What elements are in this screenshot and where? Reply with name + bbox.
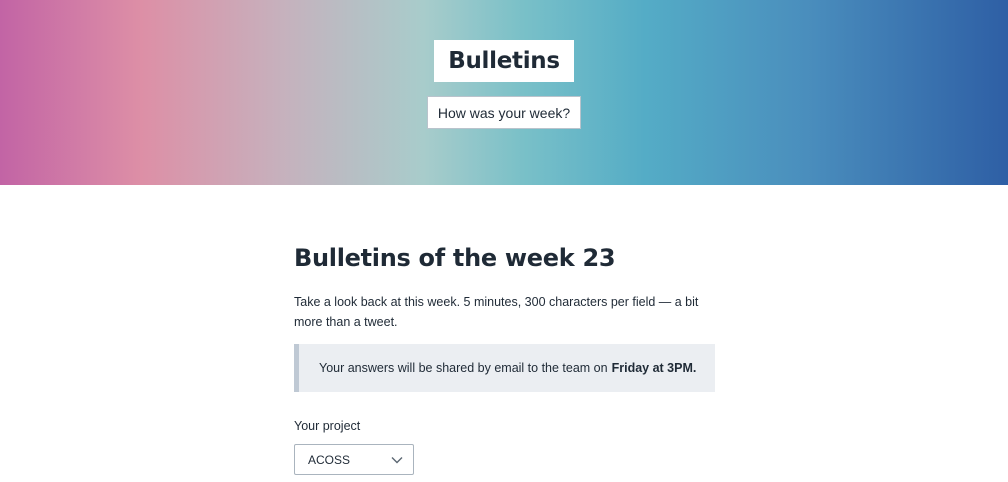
chevron-down-icon xyxy=(391,456,403,464)
intro-text: Take a look back at this week. 5 minutes… xyxy=(294,295,699,329)
notice-emphasis: Friday at 3PM. xyxy=(611,361,697,375)
project-select[interactable]: ACOSS xyxy=(294,444,414,475)
hero-banner: Bulletins How was your week? xyxy=(0,0,1008,185)
project-field-label: Your project xyxy=(294,419,361,433)
main-content: Bulletins of the week 23 Take a look bac… xyxy=(294,240,715,475)
project-select-value: ACOSS xyxy=(308,452,351,467)
page-title: Bulletins of the week 23 xyxy=(294,244,616,272)
info-notice: Your answers will be shared by email to … xyxy=(294,344,715,392)
site-title: Bulletins xyxy=(434,40,574,82)
how-was-your-week-button[interactable]: How was your week? xyxy=(427,96,581,129)
notice-text: Your answers will be shared by email to … xyxy=(319,361,608,375)
